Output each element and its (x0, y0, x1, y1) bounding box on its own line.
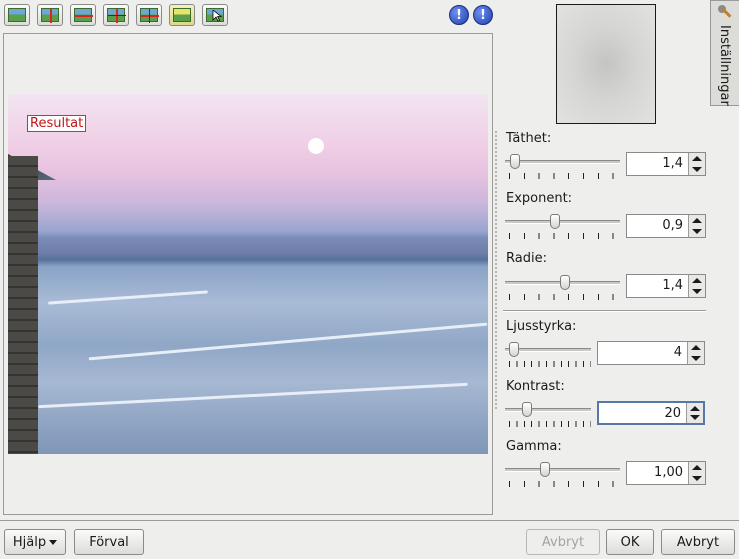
bottom-separator (0, 520, 739, 521)
increment-arrow-icon[interactable] (690, 406, 700, 411)
exponent-spinbox[interactable]: 0,9 (626, 214, 706, 238)
chevron-down-icon (49, 539, 58, 545)
density-label: Täthet: (506, 131, 552, 146)
split-horizontal-icon[interactable] (70, 4, 96, 26)
result-overlay-label: Resultat (27, 115, 87, 132)
density-spinbox[interactable]: 1,4 (626, 152, 706, 176)
compare-cursor-icon[interactable] (202, 4, 228, 26)
split-horizontal-duplicate-icon[interactable] (136, 4, 162, 26)
preview-area[interactable]: Resultat (3, 33, 493, 515)
exponent-slider[interactable] (505, 220, 620, 224)
original-image-icon[interactable] (4, 4, 30, 26)
brightness-slider-knob[interactable] (508, 342, 519, 357)
gamma-slider[interactable] (505, 468, 620, 472)
split-vertical-icon[interactable] (37, 4, 63, 26)
contrast-spinbox[interactable]: 20 (597, 401, 705, 425)
exponent-label: Exponent: (506, 191, 573, 206)
contrast-label: Kontrast: (506, 379, 565, 394)
gamma-slider-knob[interactable] (539, 462, 550, 477)
radius-spinbox[interactable]: 1,4 (626, 274, 706, 298)
increment-arrow-icon[interactable] (692, 465, 702, 470)
decrement-arrow-icon[interactable] (691, 356, 701, 361)
tab-settings-label: Inställningar (717, 25, 732, 106)
increment-arrow-icon[interactable] (691, 345, 701, 350)
decrement-arrow-icon[interactable] (690, 415, 700, 420)
increment-arrow-icon[interactable] (692, 218, 702, 223)
decrement-arrow-icon[interactable] (692, 476, 702, 481)
contrast-slider-knob[interactable] (521, 402, 532, 417)
over-exposure-warning-icon[interactable]: ! (473, 5, 493, 25)
gamma-spinbox[interactable]: 1,00 (626, 461, 706, 485)
brightness-label: Ljusstyrka: (506, 319, 577, 334)
filter-preview-thumbnail (556, 4, 656, 124)
density-slider[interactable] (505, 160, 620, 164)
stone-tower (8, 156, 38, 454)
help-button[interactable]: Hjälp (4, 529, 66, 555)
tab-settings[interactable]: Inställningar (710, 0, 739, 106)
decrement-arrow-icon[interactable] (692, 289, 702, 294)
separator (503, 310, 706, 312)
contrast-slider[interactable] (505, 408, 591, 412)
cancel-button[interactable]: Avbryt (661, 529, 735, 555)
radius-slider-knob[interactable] (559, 275, 570, 290)
sun (308, 138, 324, 154)
increment-arrow-icon[interactable] (692, 156, 702, 161)
panel-resize-handle[interactable] (495, 130, 497, 410)
cancel-disabled-button: Avbryt (526, 529, 600, 555)
exponent-slider-knob[interactable] (550, 214, 561, 229)
wrench-icon (718, 5, 732, 18)
density-slider-knob[interactable] (510, 154, 521, 169)
decrement-arrow-icon[interactable] (692, 229, 702, 234)
brightness-spinbox[interactable]: 4 (597, 341, 705, 365)
ok-button[interactable]: OK (606, 529, 654, 555)
defaults-button[interactable]: Förval (74, 529, 144, 555)
result-image: Resultat (8, 94, 488, 454)
under-exposure-warning-icon[interactable]: ! (449, 5, 469, 25)
result-only-icon[interactable] (169, 4, 195, 26)
split-vertical-duplicate-icon[interactable] (103, 4, 129, 26)
increment-arrow-icon[interactable] (692, 278, 702, 283)
decrement-arrow-icon[interactable] (692, 167, 702, 172)
gamma-label: Gamma: (506, 439, 562, 454)
radius-label: Radie: (506, 251, 547, 266)
